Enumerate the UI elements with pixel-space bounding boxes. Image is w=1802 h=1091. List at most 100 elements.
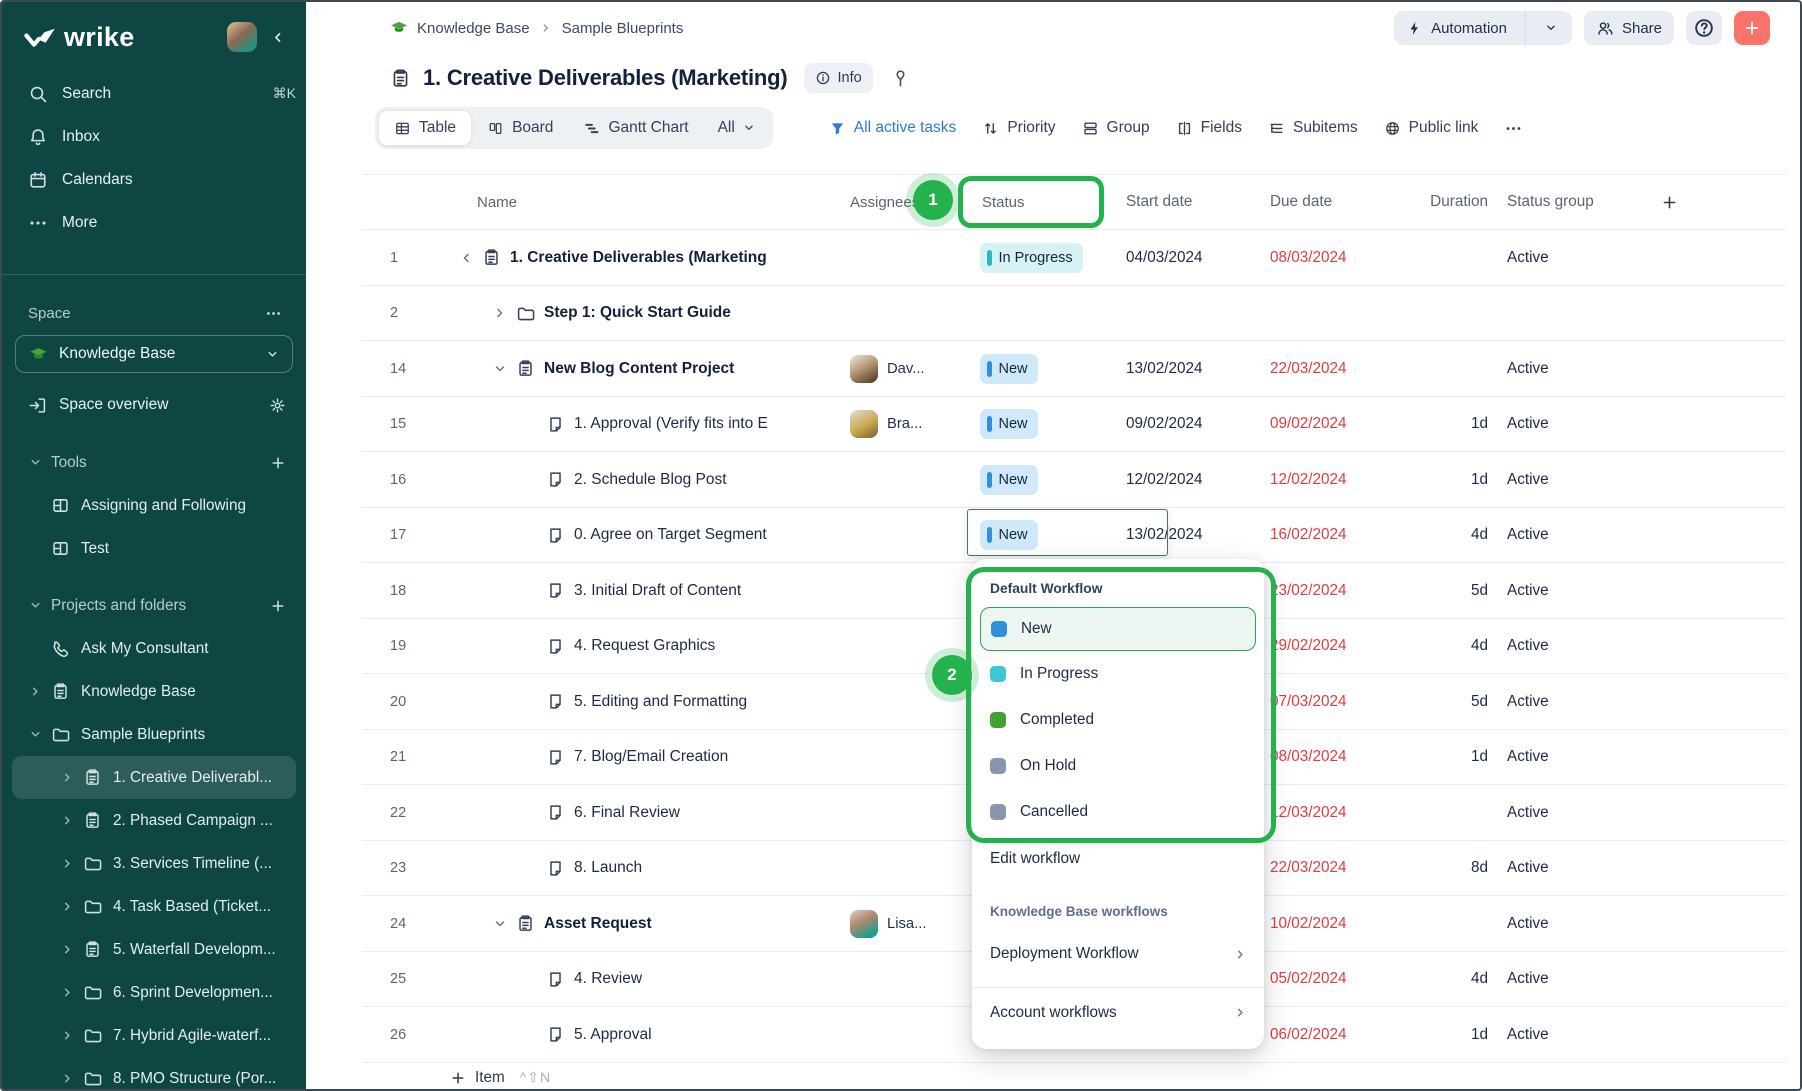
expand-chevron-icon[interactable] bbox=[60, 813, 75, 828]
sidebar-nav-item[interactable]: Inbox bbox=[2, 115, 306, 158]
due-date-cell[interactable]: 08/03/2024 bbox=[1270, 249, 1408, 267]
task-name-cell[interactable]: 3. Initial Draft of Content bbox=[432, 581, 850, 600]
sidebar-item[interactable]: 5. Waterfall Developm... bbox=[2, 928, 306, 971]
add-icon[interactable] bbox=[270, 455, 286, 471]
sidebar-item[interactable]: Sample Blueprints bbox=[2, 713, 306, 756]
sidebar-item[interactable]: 4. Task Based (Ticket... bbox=[2, 885, 306, 928]
toolbar-item[interactable]: Subitems bbox=[1268, 119, 1358, 137]
workflow-item[interactable]: Account workflows bbox=[972, 987, 1264, 1037]
status-option[interactable]: In Progress bbox=[972, 651, 1264, 697]
add-item-button[interactable]: Item ^⇧N bbox=[306, 1063, 1800, 1091]
sidebar-item[interactable]: Ask My Consultant bbox=[2, 627, 306, 670]
due-date-cell[interactable]: 10/02/2024 bbox=[1270, 915, 1408, 933]
task-name-cell[interactable]: 8. Launch bbox=[432, 859, 850, 878]
view-tab[interactable]: Table bbox=[378, 110, 472, 146]
expand-chevron-icon[interactable] bbox=[60, 770, 75, 785]
due-date-cell[interactable]: 06/02/2024 bbox=[1270, 1026, 1408, 1044]
sidebar-item[interactable]: Tools bbox=[2, 441, 306, 484]
duration-cell[interactable]: 1d bbox=[1408, 1026, 1488, 1044]
duration-cell[interactable]: 1d bbox=[1408, 415, 1488, 433]
duration-cell[interactable]: 8d bbox=[1408, 859, 1488, 877]
status-badge[interactable]: New bbox=[980, 409, 1038, 439]
due-date-cell[interactable]: 12/02/2024 bbox=[1270, 471, 1408, 489]
due-date-cell[interactable]: 23/02/2024 bbox=[1270, 582, 1408, 600]
sidebar-item-space-overview[interactable]: Space overview bbox=[2, 383, 306, 427]
sidebar-item[interactable]: Test bbox=[2, 527, 306, 570]
column-header-duration[interactable]: Duration bbox=[1408, 193, 1488, 211]
task-name-cell[interactable]: 5. Editing and Formatting bbox=[432, 692, 850, 711]
column-header-start-date[interactable]: Start date bbox=[1126, 193, 1270, 211]
task-name-cell[interactable]: Step 1: Quick Start Guide bbox=[432, 304, 850, 323]
expand-chevron-icon[interactable] bbox=[60, 942, 75, 957]
sidebar-item[interactable]: 2. Phased Campaign ... bbox=[2, 799, 306, 842]
start-date-cell[interactable]: 12/02/2024 bbox=[1126, 471, 1270, 489]
status-cell[interactable]: New bbox=[980, 354, 1126, 384]
status-option[interactable]: Completed bbox=[972, 697, 1264, 743]
add-column-button[interactable] bbox=[1648, 194, 1800, 211]
toolbar-more-button[interactable] bbox=[1504, 119, 1523, 138]
space-selector[interactable]: Knowledge Base bbox=[15, 335, 293, 373]
column-header-status-group[interactable]: Status group bbox=[1488, 193, 1648, 211]
automation-dropdown-button[interactable] bbox=[1536, 21, 1560, 35]
sidebar-item[interactable]: Assigning and Following bbox=[2, 484, 306, 527]
table-row[interactable]: 1 1. Creative Deliverables (Marketing bbox=[306, 230, 1800, 286]
task-name-cell[interactable]: 0. Agree on Target Segment bbox=[432, 526, 850, 545]
view-all-dropdown[interactable]: All bbox=[704, 119, 770, 137]
user-avatar[interactable] bbox=[227, 22, 257, 52]
task-name-cell[interactable]: 1. Approval (Verify fits into E bbox=[432, 415, 850, 434]
toolbar-item[interactable]: Group bbox=[1082, 119, 1150, 137]
due-date-cell[interactable]: 09/02/2024 bbox=[1270, 415, 1408, 433]
expand-chevron-icon[interactable] bbox=[60, 1028, 75, 1043]
expand-chevron-icon[interactable] bbox=[28, 684, 43, 699]
due-date-cell[interactable]: 05/02/2024 bbox=[1270, 970, 1408, 988]
expand-chevron-icon[interactable] bbox=[28, 727, 43, 742]
duration-cell[interactable]: 4d bbox=[1408, 970, 1488, 988]
sidebar-nav-item[interactable]: Search ⌘K bbox=[2, 72, 306, 115]
add-icon[interactable] bbox=[270, 598, 286, 614]
due-date-cell[interactable]: 29/02/2024 bbox=[1270, 637, 1408, 655]
task-name-cell[interactable]: 2. Schedule Blog Post bbox=[432, 470, 850, 489]
sidebar-nav-item[interactable]: More bbox=[2, 201, 306, 244]
duration-cell[interactable]: 4d bbox=[1408, 637, 1488, 655]
info-button[interactable]: Info bbox=[804, 63, 873, 93]
row-expand-icon[interactable] bbox=[458, 250, 474, 266]
sidebar-item[interactable]: 3. Services Timeline (... bbox=[2, 842, 306, 885]
status-option[interactable]: On Hold bbox=[972, 743, 1264, 789]
share-button[interactable]: Share bbox=[1584, 11, 1674, 45]
row-expand-icon[interactable] bbox=[492, 361, 508, 377]
column-header-status[interactable]: Status bbox=[980, 194, 1126, 211]
task-name-cell[interactable]: 1. Creative Deliverables (Marketing bbox=[432, 248, 850, 267]
task-name-cell[interactable]: 4. Request Graphics bbox=[432, 637, 850, 656]
sidebar-item[interactable]: Projects and folders bbox=[2, 584, 306, 627]
due-date-cell[interactable]: 08/03/2024 bbox=[1270, 748, 1408, 766]
expand-chevron-icon[interactable] bbox=[60, 1071, 75, 1086]
task-name-cell[interactable]: 6. Final Review bbox=[432, 803, 850, 822]
assignee-cell[interactable]: Lisa... bbox=[850, 910, 980, 938]
expand-chevron-icon[interactable] bbox=[60, 899, 75, 914]
toolbar-item[interactable]: Fields bbox=[1176, 119, 1242, 137]
due-date-cell[interactable]: 07/03/2024 bbox=[1270, 693, 1408, 711]
create-button[interactable] bbox=[1734, 11, 1770, 45]
sidebar-item[interactable]: 6. Sprint Developmen... bbox=[2, 971, 306, 1014]
edit-workflow-item[interactable]: Edit workflow bbox=[972, 835, 1264, 883]
start-date-cell[interactable]: 09/02/2024 bbox=[1126, 415, 1270, 433]
table-row[interactable]: 16 2. Schedule Blog Post bbox=[306, 452, 1800, 508]
sidebar-item[interactable]: 7. Hybrid Agile-waterf... bbox=[2, 1014, 306, 1057]
table-row[interactable]: 14 New Blog Content Project Dav... bbox=[306, 341, 1800, 397]
due-date-cell[interactable]: 22/03/2024 bbox=[1270, 859, 1408, 877]
sidebar-item[interactable]: 8. PMO Structure (Por... bbox=[2, 1057, 306, 1089]
sidebar-item[interactable]: 1. Creative Deliverabl... bbox=[12, 756, 296, 799]
task-name-cell[interactable]: 5. Approval bbox=[432, 1025, 850, 1044]
table-row[interactable]: 2 Step 1: Quick Start Guide bbox=[306, 286, 1800, 342]
breadcrumb-knowledge-base[interactable]: Knowledge Base bbox=[417, 20, 530, 37]
task-name-cell[interactable]: Asset Request bbox=[432, 914, 850, 933]
row-expand-icon[interactable] bbox=[492, 305, 508, 321]
help-button[interactable] bbox=[1686, 11, 1722, 45]
column-header-due-date[interactable]: Due date bbox=[1270, 193, 1408, 211]
assignee-cell[interactable]: Bra... bbox=[850, 410, 980, 438]
gear-icon[interactable] bbox=[269, 397, 286, 414]
status-badge[interactable]: New bbox=[980, 465, 1038, 495]
breadcrumb-sample-blueprints[interactable]: Sample Blueprints bbox=[562, 20, 684, 37]
start-date-cell[interactable]: 04/03/2024 bbox=[1126, 249, 1270, 267]
task-name-cell[interactable]: 4. Review bbox=[432, 970, 850, 989]
